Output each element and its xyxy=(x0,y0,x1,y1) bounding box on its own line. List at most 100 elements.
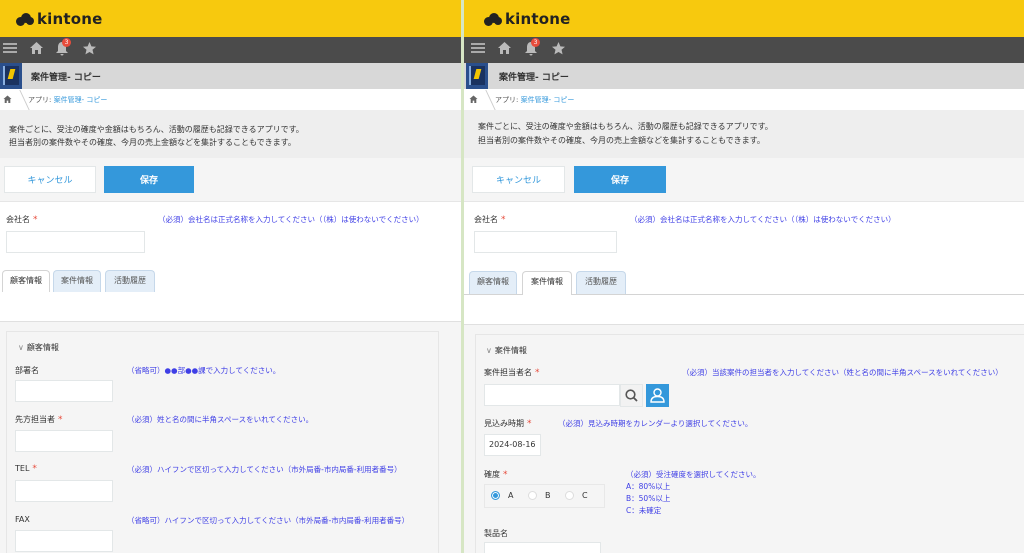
app-icon xyxy=(466,63,488,89)
customer-group-title[interactable]: ∨ 顧客情報 xyxy=(18,342,59,353)
tel-input[interactable] xyxy=(15,480,113,502)
contact-person-hint: （必須）姓と名の間に半角スペースをいれてください。 xyxy=(127,415,314,424)
notification-badge: 3 xyxy=(531,38,540,47)
owner-hint: （必須）当該案件の担当者を入力してください（姓と名の間に半角スペースをいれてくだ… xyxy=(682,368,1003,377)
cloud-logo-icon xyxy=(16,12,34,26)
department-hint: （省略可）●●部●●課で入力してください。 xyxy=(127,366,281,375)
probability-hint-b: B：50%以上 xyxy=(626,494,671,503)
app-root: kintone 3 案件管理- コピー アプリ: 案件管理- コピー 案件ごとに… xyxy=(0,0,1024,553)
global-nav: 3 xyxy=(0,37,461,63)
brand-name: kintone xyxy=(37,10,103,28)
fax-label: FAX xyxy=(15,515,30,524)
menu-icon[interactable] xyxy=(469,41,487,59)
breadcrumb-path: アプリ: 案件管理- コピー xyxy=(28,95,107,105)
tab-bar: 顧客情報 案件情報 活動履歴 xyxy=(464,271,1024,295)
department-input[interactable] xyxy=(15,380,113,402)
owner-label: 案件担当者名 * xyxy=(484,368,540,378)
app-description: 案件ごとに、受注の確度や金額はもちろん、活動の履歴も記録できるアプリです。 担当… xyxy=(464,111,1024,158)
record-actions: キャンセル 保存 xyxy=(0,158,461,202)
probability-label: 確度 * xyxy=(484,470,508,480)
cancel-button[interactable]: キャンセル xyxy=(472,166,565,193)
star-icon[interactable] xyxy=(549,41,567,59)
cloud-logo-icon xyxy=(484,12,502,26)
kintone-logo[interactable]: kintone xyxy=(484,9,571,29)
breadcrumb-app-link[interactable]: 案件管理- コピー xyxy=(54,96,108,104)
description-line-1: 案件ごとに、受注の確度や金額はもちろん、活動の履歴も記録できるアプリです。 xyxy=(9,125,304,134)
probability-option-b[interactable]: B xyxy=(528,491,551,500)
bell-icon[interactable]: 3 xyxy=(522,38,540,59)
user-icon xyxy=(650,388,665,403)
app-description: 案件ごとに、受注の確度や金額はもちろん、活動の履歴も記録できるアプリです。 担当… xyxy=(0,111,461,158)
probability-option-a[interactable]: A xyxy=(491,491,513,500)
description-line-2: 担当者別の案件数やその確度、今月の売上金額などを集計することもできます。 xyxy=(9,138,296,147)
app-title: 案件管理- コピー xyxy=(31,73,101,83)
home-icon[interactable] xyxy=(495,41,513,59)
user-picker-button[interactable] xyxy=(646,384,669,407)
radio-unselected-icon xyxy=(528,491,537,500)
fax-hint: （省略可）ハイフンで区切って入力してください（市外局番-市内局番-利用者番号） xyxy=(127,516,410,525)
chevron-down-icon: ∨ xyxy=(486,346,492,355)
expected-date-input[interactable]: 2024-08-16 xyxy=(484,434,541,456)
company-input[interactable] xyxy=(6,231,145,253)
right-pane: kintone 3 案件管理- コピー アプリ: 案件管理- コピー 案件ごとに… xyxy=(464,0,1024,553)
breadcrumb-prefix: アプリ: xyxy=(28,96,52,104)
search-icon xyxy=(625,389,638,402)
company-label: 会社名 * xyxy=(6,215,38,225)
owner-input[interactable] xyxy=(484,384,620,406)
company-hint: （必須）会社名は正式名称を入力してください（（株）は使わないでください） xyxy=(158,215,424,224)
probability-hint-c: C：未確定 xyxy=(626,506,662,515)
contact-person-input[interactable] xyxy=(15,430,113,452)
tab-bar: 顧客情報 案件情報 活動履歴 xyxy=(0,270,461,292)
global-nav: 3 xyxy=(464,37,1024,63)
expected-date-label: 見込み時期 * xyxy=(484,419,532,429)
company-input[interactable] xyxy=(474,231,617,253)
breadcrumb-prefix: アプリ: xyxy=(495,96,519,104)
radio-selected-icon xyxy=(491,491,500,500)
bell-icon[interactable]: 3 xyxy=(53,38,71,59)
breadcrumb-path: アプリ: 案件管理- コピー xyxy=(495,95,574,105)
home-icon[interactable] xyxy=(27,41,45,59)
breadcrumb-app-link[interactable]: 案件管理- コピー xyxy=(521,96,575,104)
deal-group-title[interactable]: ∨ 案件情報 xyxy=(486,345,527,356)
tab-content-strip xyxy=(0,292,461,322)
kintone-logo[interactable]: kintone xyxy=(16,9,103,29)
tel-hint: （必須）ハイフンで区切って入力してください（市外局番-市内局番-利用者番号） xyxy=(127,465,402,474)
probability-hint-a: A：80%以上 xyxy=(626,482,671,491)
tab-content-strip xyxy=(464,295,1024,325)
company-label: 会社名 * xyxy=(474,215,506,225)
tab-customer-info[interactable]: 顧客情報 xyxy=(2,270,50,292)
department-label: 部署名 xyxy=(15,366,39,375)
description-line-2: 担当者別の案件数やその確度、今月の売上金額などを集計することもできます。 xyxy=(478,136,765,145)
breadcrumb-separator xyxy=(10,90,30,110)
product-input[interactable] xyxy=(484,542,601,553)
tab-deal-info[interactable]: 案件情報 xyxy=(53,270,101,292)
save-button[interactable]: 保存 xyxy=(574,166,666,193)
menu-icon[interactable] xyxy=(1,41,19,59)
tab-deal-info[interactable]: 案件情報 xyxy=(522,271,572,295)
star-icon[interactable] xyxy=(80,41,98,59)
tab-activity-history[interactable]: 活動履歴 xyxy=(576,271,626,294)
contact-person-label: 先方担当者 * xyxy=(15,415,63,425)
search-button[interactable] xyxy=(620,384,643,407)
description-line-1: 案件ごとに、受注の確度や金額はもちろん、活動の履歴も記録できるアプリです。 xyxy=(478,122,773,131)
tel-label: TEL * xyxy=(15,464,37,474)
app-title: 案件管理- コピー xyxy=(499,73,569,83)
notification-badge: 3 xyxy=(62,38,71,47)
cancel-button[interactable]: キャンセル xyxy=(4,166,96,193)
home-icon[interactable] xyxy=(3,95,12,107)
fax-input[interactable] xyxy=(15,530,113,552)
tab-customer-info[interactable]: 顧客情報 xyxy=(469,271,517,294)
expected-date-hint: （必須）見込み時期をカレンダーより選択してください。 xyxy=(558,419,753,428)
probability-option-c[interactable]: C xyxy=(565,491,588,500)
radio-unselected-icon xyxy=(565,491,574,500)
home-icon[interactable] xyxy=(469,95,478,107)
breadcrumb: アプリ: 案件管理- コピー xyxy=(0,89,461,111)
save-button[interactable]: 保存 xyxy=(104,166,194,193)
tab-activity-history[interactable]: 活動履歴 xyxy=(105,270,155,292)
brand-bar: kintone xyxy=(464,0,1024,37)
breadcrumb-separator xyxy=(476,90,496,110)
brand-name: kintone xyxy=(505,10,571,28)
brand-bar: kintone xyxy=(0,0,461,37)
product-label: 製品名 xyxy=(484,529,508,538)
breadcrumb: アプリ: 案件管理- コピー xyxy=(464,89,1024,111)
